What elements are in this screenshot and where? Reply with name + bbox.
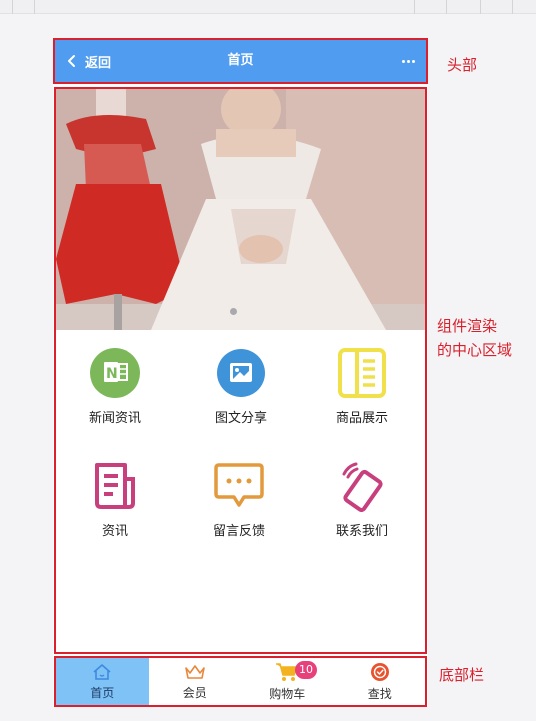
search-check-icon xyxy=(370,662,389,681)
ruler-tick xyxy=(480,0,481,14)
grid-item-contact-us[interactable]: 联系我们 xyxy=(302,458,422,539)
home-icon xyxy=(93,663,111,680)
annotation-footer: 底部栏 xyxy=(439,666,485,684)
carousel-indicator-dot[interactable] xyxy=(230,308,237,315)
news-icon: N xyxy=(87,345,143,401)
tab-cart[interactable]: 10 购物车 xyxy=(241,657,334,706)
tab-home[interactable]: 首页 xyxy=(56,657,149,706)
back-button[interactable]: 返回 xyxy=(65,38,111,84)
ruler-tick xyxy=(446,0,447,14)
grid-item-image-share[interactable]: 图文分享 xyxy=(181,345,301,426)
tab-search[interactable]: 查找 xyxy=(334,657,427,706)
grid-label: 新闻资讯 xyxy=(88,411,141,426)
image-share-icon xyxy=(213,345,269,401)
banner-image xyxy=(56,89,426,330)
grid-label: 图文分享 xyxy=(214,411,267,426)
annotation-center-line2: 的中心区域 xyxy=(437,341,513,359)
back-label: 返回 xyxy=(85,55,112,71)
crown-icon xyxy=(184,664,205,679)
top-ruler xyxy=(0,0,536,14)
more-options-icon[interactable] xyxy=(398,51,418,71)
grid-label: 商品展示 xyxy=(335,411,388,426)
banner-carousel[interactable] xyxy=(56,89,426,330)
bottom-tab-bar: 首页 会员 10 购物车 查找 xyxy=(56,657,426,706)
grid-label: 资讯 xyxy=(101,524,128,539)
annotation-header: 头部 xyxy=(447,56,478,74)
ruler-tick xyxy=(12,0,13,14)
header-bar: 返回 首页 xyxy=(53,38,428,84)
grid-item-news[interactable]: N 新闻资讯 xyxy=(55,345,175,426)
contact-phone-icon xyxy=(334,458,390,514)
ruler-tick xyxy=(414,0,415,14)
svg-text:N: N xyxy=(106,366,118,382)
tab-label: 查找 xyxy=(367,686,392,701)
info-icon xyxy=(87,458,143,514)
message-feedback-icon xyxy=(211,458,267,514)
cart-badge: 10 xyxy=(295,661,317,679)
grid-label: 留言反馈 xyxy=(212,524,265,539)
annotation-center-line1: 组件渲染 xyxy=(437,317,498,335)
ruler-tick xyxy=(34,0,35,14)
tab-label: 首页 xyxy=(90,685,115,700)
grid-item-product-display[interactable]: 商品展示 xyxy=(302,345,422,426)
grid-label: 联系我们 xyxy=(335,524,388,539)
tab-label: 会员 xyxy=(182,685,207,700)
grid-item-info[interactable]: 资讯 xyxy=(55,458,175,539)
grid-item-message-feedback[interactable]: 留言反馈 xyxy=(179,458,299,539)
ruler-tick xyxy=(512,0,513,14)
tab-label: 购物车 xyxy=(269,686,306,701)
chevron-left-icon xyxy=(68,55,75,67)
product-display-icon xyxy=(334,345,390,401)
tab-member[interactable]: 会员 xyxy=(149,657,242,706)
